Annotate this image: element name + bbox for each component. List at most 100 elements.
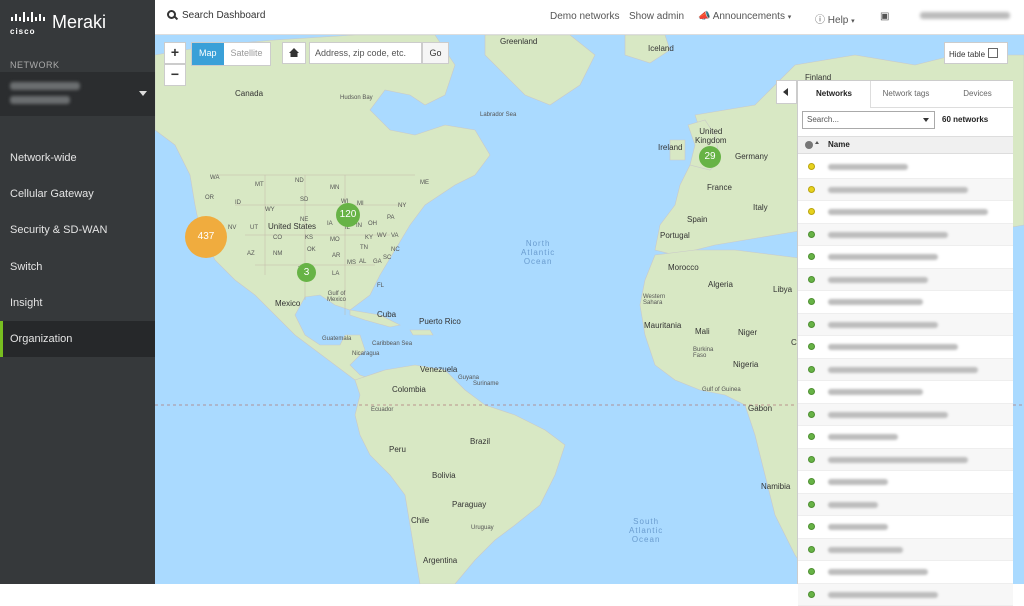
status-dot	[808, 208, 815, 215]
map-label: Italy	[753, 203, 768, 212]
table-row[interactable]	[798, 201, 1013, 224]
network-name-redacted	[10, 96, 70, 104]
nav-cellular-gateway[interactable]: Cellular Gateway	[0, 176, 155, 212]
collapse-panel-button[interactable]	[776, 80, 797, 104]
chevron-down-icon: ▾	[788, 14, 792, 21]
map-label: ND	[295, 178, 304, 184]
status-dot	[808, 321, 815, 328]
map-label: UT	[250, 225, 258, 231]
map-label: Namibia	[761, 482, 790, 491]
table-row[interactable]	[798, 516, 1013, 539]
cisco-wordmark: cisco	[10, 27, 35, 36]
network-name-redacted	[828, 209, 988, 215]
help-menu[interactable]: ⓘ Help ▾	[815, 11, 855, 26]
status-dot	[808, 343, 815, 350]
table-row[interactable]	[798, 561, 1013, 584]
go-button[interactable]: Go	[422, 42, 449, 64]
status-dot	[808, 366, 815, 373]
map-label: ID	[235, 200, 241, 206]
table-row[interactable]	[798, 269, 1013, 292]
network-cluster[interactable]: 437	[185, 216, 227, 258]
network-name-redacted	[828, 457, 968, 463]
home-button[interactable]	[282, 42, 306, 64]
map-label: Puerto Rico	[419, 317, 461, 326]
map-type-map[interactable]: Map	[192, 43, 224, 65]
table-row[interactable]	[798, 291, 1013, 314]
map-label: Ireland	[658, 143, 682, 152]
map-label: Morocco	[668, 263, 699, 272]
table-row[interactable]	[798, 471, 1013, 494]
map-label: IA	[327, 221, 333, 227]
network-name-redacted	[828, 322, 938, 328]
info-icon[interactable]	[805, 141, 813, 149]
map-label: Canada	[235, 89, 263, 98]
status-dot	[808, 523, 815, 530]
network-name-redacted	[828, 412, 948, 418]
nav-security-sdwan[interactable]: Security & SD-WAN	[0, 212, 155, 248]
status-dot	[808, 186, 815, 193]
chevron-down-icon	[923, 118, 929, 122]
hide-table-toggle[interactable]: Hide table	[944, 42, 1008, 64]
map-label: Mali	[695, 327, 710, 336]
map-label: Nicaragua	[352, 351, 379, 357]
tab-network-tags[interactable]: Network tags	[870, 81, 942, 107]
announcements-menu[interactable]: 📣 Announcements ▾	[698, 11, 791, 22]
table-row[interactable]	[798, 381, 1013, 404]
map-label: MN	[330, 185, 339, 191]
network-name-redacted	[828, 434, 898, 440]
table-row[interactable]	[798, 314, 1013, 337]
map-label: AR	[332, 253, 340, 259]
nav-insight[interactable]: Insight	[0, 285, 155, 321]
status-dot	[808, 253, 815, 260]
network-selector[interactable]	[0, 72, 155, 116]
zoom-in-button[interactable]: +	[164, 42, 186, 64]
table-row[interactable]	[798, 359, 1013, 382]
map-label: GA	[373, 259, 382, 265]
hide-table-checkbox[interactable]	[988, 48, 998, 58]
map-label: Ecuador	[371, 407, 393, 413]
column-name[interactable]: Name	[828, 140, 850, 149]
map-type-satellite[interactable]: Satellite	[224, 43, 270, 65]
network-cluster[interactable]: 29	[699, 146, 721, 168]
meraki-wordmark: Meraki	[52, 12, 106, 33]
status-dot	[808, 433, 815, 440]
address-search-input[interactable]: Address, zip code, etc.	[309, 42, 422, 64]
table-row[interactable]	[798, 336, 1013, 359]
table-row[interactable]	[798, 426, 1013, 449]
nav-switch[interactable]: Switch	[0, 249, 155, 285]
user-account-menu[interactable]	[920, 12, 1010, 19]
help-label: Help	[828, 15, 849, 26]
map-label: SC	[383, 255, 391, 261]
network-name-redacted	[828, 502, 878, 508]
demo-networks-link[interactable]: Demo networks	[550, 11, 619, 22]
map-label: NY	[398, 203, 406, 209]
map-label: Labrador Sea	[480, 112, 516, 118]
tab-networks[interactable]: Networks	[798, 81, 871, 108]
search-dashboard[interactable]: Search Dashboard	[167, 10, 265, 21]
sort-ascending-icon[interactable]	[815, 141, 819, 144]
meraki-logo[interactable]: cisco Meraki	[10, 10, 150, 40]
network-cluster[interactable]: 3	[297, 263, 316, 282]
tab-devices[interactable]: Devices	[942, 81, 1013, 107]
show-admin-link[interactable]: Show admin	[629, 11, 684, 22]
table-row[interactable]	[798, 246, 1013, 269]
network-cluster[interactable]: 120	[336, 203, 360, 227]
status-dot	[808, 591, 815, 598]
table-row[interactable]	[798, 179, 1013, 202]
network-name-redacted	[828, 344, 958, 350]
network-search-select[interactable]: Search...	[802, 111, 935, 129]
table-row[interactable]	[798, 584, 1013, 606]
table-header: Name	[798, 136, 1013, 154]
zoom-out-button[interactable]: −	[164, 64, 186, 86]
nav-network-wide[interactable]: Network-wide	[0, 140, 155, 176]
table-row[interactable]	[798, 404, 1013, 427]
table-row[interactable]	[798, 449, 1013, 472]
table-row[interactable]	[798, 224, 1013, 247]
network-name-redacted	[828, 569, 928, 575]
table-row[interactable]	[798, 156, 1013, 179]
network-name-redacted	[828, 254, 938, 260]
table-row[interactable]	[798, 539, 1013, 562]
map-label: Niger	[738, 328, 757, 337]
nav-organization[interactable]: Organization	[0, 321, 155, 357]
table-row[interactable]	[798, 494, 1013, 517]
